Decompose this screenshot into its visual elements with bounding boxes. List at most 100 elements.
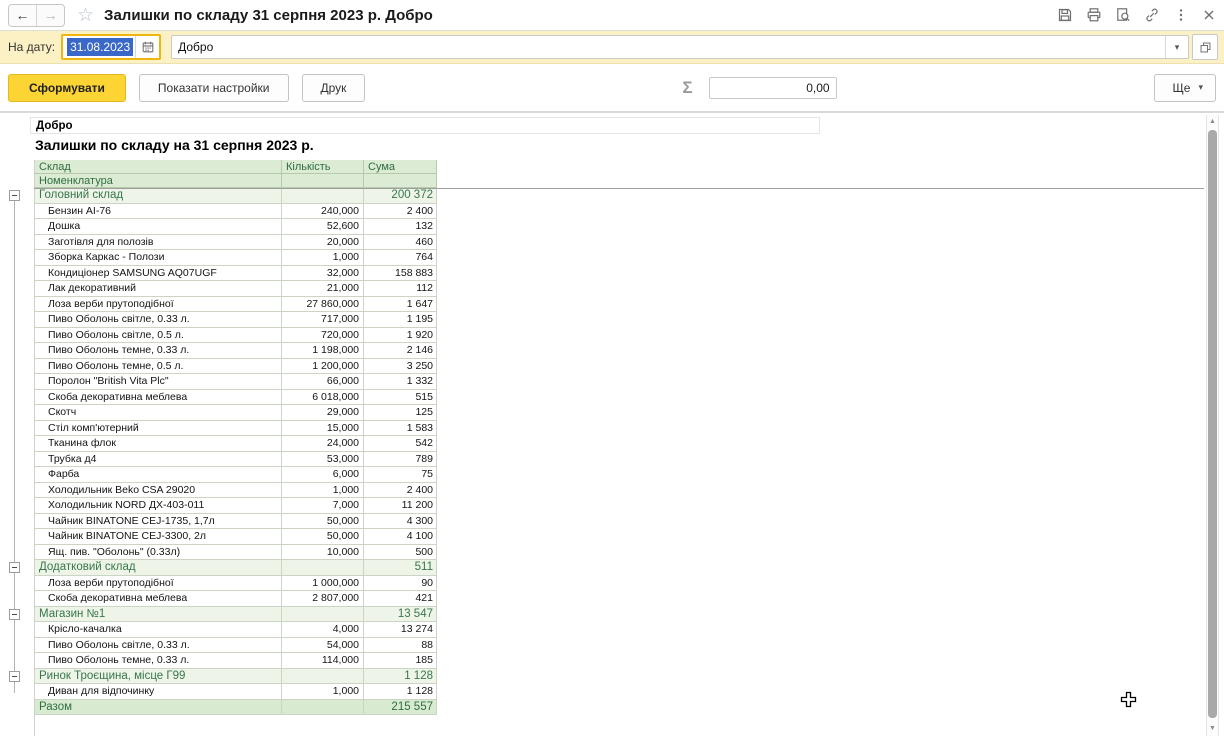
item-row[interactable]: Пиво Оболонь темне, 0.33 л.1 198,0002 14…: [34, 343, 437, 359]
qty-cell[interactable]: 52,600: [282, 219, 364, 235]
item-row[interactable]: Чайник BINATONE CEJ-3300, 2л50,0004 100: [34, 529, 437, 545]
save-icon[interactable]: [1057, 7, 1073, 23]
sum-cell[interactable]: 2 400: [364, 204, 437, 220]
item-row[interactable]: Поролон "British Vita Plc"66,0001 332: [34, 374, 437, 390]
print-button[interactable]: Друк: [302, 74, 366, 102]
date-input[interactable]: 31.08.2023: [61, 34, 161, 60]
item-row[interactable]: Пиво Оболонь темне, 0.33 л.114,000185: [34, 653, 437, 669]
name-cell[interactable]: Зборка Каркас - Полози: [34, 250, 282, 266]
name-cell[interactable]: Пиво Оболонь світле, 0.5 л.: [34, 328, 282, 344]
header-sklad[interactable]: Склад: [34, 160, 282, 174]
expander-minus-icon[interactable]: [9, 190, 20, 201]
sum-cell[interactable]: 2 146: [364, 343, 437, 359]
item-row[interactable]: Чайник BINATONE CEJ-1735, 1,7л50,0004 30…: [34, 514, 437, 530]
name-cell[interactable]: Крісло-качалка: [34, 622, 282, 638]
name-cell[interactable]: Холодильник Beko CSA 29020: [34, 483, 282, 499]
close-icon[interactable]: [1202, 8, 1216, 22]
name-cell[interactable]: Додатковий склад: [34, 560, 282, 576]
name-cell[interactable]: Головний склад: [34, 188, 282, 204]
scroll-up-icon[interactable]: ▲: [1207, 117, 1218, 127]
sum-cell[interactable]: 1 583: [364, 421, 437, 437]
sum-cell[interactable]: 13 274: [364, 622, 437, 638]
link-icon[interactable]: [1144, 7, 1160, 23]
qty-cell[interactable]: 54,000: [282, 638, 364, 654]
group-row[interactable]: Додатковий склад511: [34, 560, 437, 576]
name-cell[interactable]: Скоба декоративна меблева: [34, 591, 282, 607]
item-row[interactable]: Холодильник NORD ДХ-403-0117,00011 200: [34, 498, 437, 514]
scrollbar-thumb[interactable]: [1208, 130, 1217, 718]
qty-cell[interactable]: [282, 669, 364, 685]
forward-button[interactable]: →: [37, 5, 64, 26]
name-cell[interactable]: Холодильник NORD ДХ-403-011: [34, 498, 282, 514]
qty-cell[interactable]: 32,000: [282, 266, 364, 282]
sum-cell[interactable]: 185: [364, 653, 437, 669]
header-empty-cell[interactable]: [364, 174, 437, 188]
subject-input[interactable]: Добро ▾: [171, 35, 1189, 59]
item-row[interactable]: Диван для відпочинку1,0001 128: [34, 684, 437, 700]
sum-cell[interactable]: 90: [364, 576, 437, 592]
sum-cell[interactable]: 112: [364, 281, 437, 297]
name-cell[interactable]: Чайник BINATONE CEJ-3300, 2л: [34, 529, 282, 545]
sum-cell[interactable]: 500: [364, 545, 437, 561]
scroll-down-icon[interactable]: ▼: [1207, 724, 1218, 734]
header-empty-cell[interactable]: [282, 174, 364, 188]
name-cell[interactable]: Ринок Троєщина, місце Г99: [34, 669, 282, 685]
qty-cell[interactable]: 27 860,000: [282, 297, 364, 313]
item-row[interactable]: Холодильник Beko CSA 290201,0002 400: [34, 483, 437, 499]
group-row[interactable]: Магазин №113 547: [34, 607, 437, 623]
sum-cell[interactable]: 158 883: [364, 266, 437, 282]
item-row[interactable]: Лак декоративний21,000112: [34, 281, 437, 297]
item-row[interactable]: Скоба декоративна меблева6 018,000515: [34, 390, 437, 406]
name-cell[interactable]: Кондиціонер SAMSUNG AQ07UGF: [34, 266, 282, 282]
item-row[interactable]: Лоза верби прутоподібної1 000,00090: [34, 576, 437, 592]
total-row[interactable]: Разом215 557: [34, 700, 437, 716]
name-cell[interactable]: Ящ. пив. "Оболонь" (0.33л): [34, 545, 282, 561]
qty-cell[interactable]: 50,000: [282, 514, 364, 530]
name-cell[interactable]: Пиво Оболонь світле, 0.33 л.: [34, 312, 282, 328]
sum-cell[interactable]: 1 128: [364, 684, 437, 700]
item-row[interactable]: Тканина флок24,000542: [34, 436, 437, 452]
qty-cell[interactable]: 15,000: [282, 421, 364, 437]
print-icon[interactable]: [1086, 7, 1102, 23]
print-preview-icon[interactable]: [1115, 7, 1131, 23]
sum-cell[interactable]: 200 372: [364, 188, 437, 204]
favorite-star-icon[interactable]: ☆: [77, 4, 94, 27]
organization-cell[interactable]: Добро: [30, 117, 820, 134]
open-form-button[interactable]: [1192, 34, 1218, 60]
sum-cell[interactable]: 1 195: [364, 312, 437, 328]
name-cell[interactable]: Скотч: [34, 405, 282, 421]
item-row[interactable]: Дошка52,600132: [34, 219, 437, 235]
sum-cell[interactable]: 13 547: [364, 607, 437, 623]
qty-cell[interactable]: 7,000: [282, 498, 364, 514]
vertical-scrollbar[interactable]: ▲ ▼: [1206, 115, 1219, 736]
sum-cell[interactable]: 1 332: [364, 374, 437, 390]
back-button[interactable]: ←: [9, 5, 37, 26]
sum-cell[interactable]: 1 647: [364, 297, 437, 313]
name-cell[interactable]: Лоза верби прутоподібної: [34, 576, 282, 592]
qty-cell[interactable]: 29,000: [282, 405, 364, 421]
name-cell[interactable]: Чайник BINATONE CEJ-1735, 1,7л: [34, 514, 282, 530]
chevron-down-icon[interactable]: ▾: [1165, 36, 1188, 58]
qty-cell[interactable]: 1 000,000: [282, 576, 364, 592]
item-row[interactable]: Кондиціонер SAMSUNG AQ07UGF32,000158 883: [34, 266, 437, 282]
name-cell[interactable]: Скоба декоративна меблева: [34, 390, 282, 406]
qty-cell[interactable]: 1,000: [282, 483, 364, 499]
sum-cell[interactable]: 421: [364, 591, 437, 607]
name-cell[interactable]: Поролон "British Vita Plc": [34, 374, 282, 390]
qty-cell[interactable]: 717,000: [282, 312, 364, 328]
sum-cell[interactable]: 542: [364, 436, 437, 452]
name-cell[interactable]: Пиво Оболонь темне, 0.5 л.: [34, 359, 282, 375]
item-row[interactable]: Бензин АІ-76240,0002 400: [34, 204, 437, 220]
sum-cell[interactable]: 125: [364, 405, 437, 421]
qty-cell[interactable]: 10,000: [282, 545, 364, 561]
name-cell[interactable]: Заготівля для полозів: [34, 235, 282, 251]
qty-cell[interactable]: 720,000: [282, 328, 364, 344]
expander-minus-icon[interactable]: [9, 562, 20, 573]
sum-cell[interactable]: 460: [364, 235, 437, 251]
qty-cell[interactable]: 53,000: [282, 452, 364, 468]
qty-cell[interactable]: [282, 607, 364, 623]
sum-cell[interactable]: 4 100: [364, 529, 437, 545]
qty-cell[interactable]: 114,000: [282, 653, 364, 669]
qty-cell[interactable]: 50,000: [282, 529, 364, 545]
header-suma[interactable]: Сума: [364, 160, 437, 174]
